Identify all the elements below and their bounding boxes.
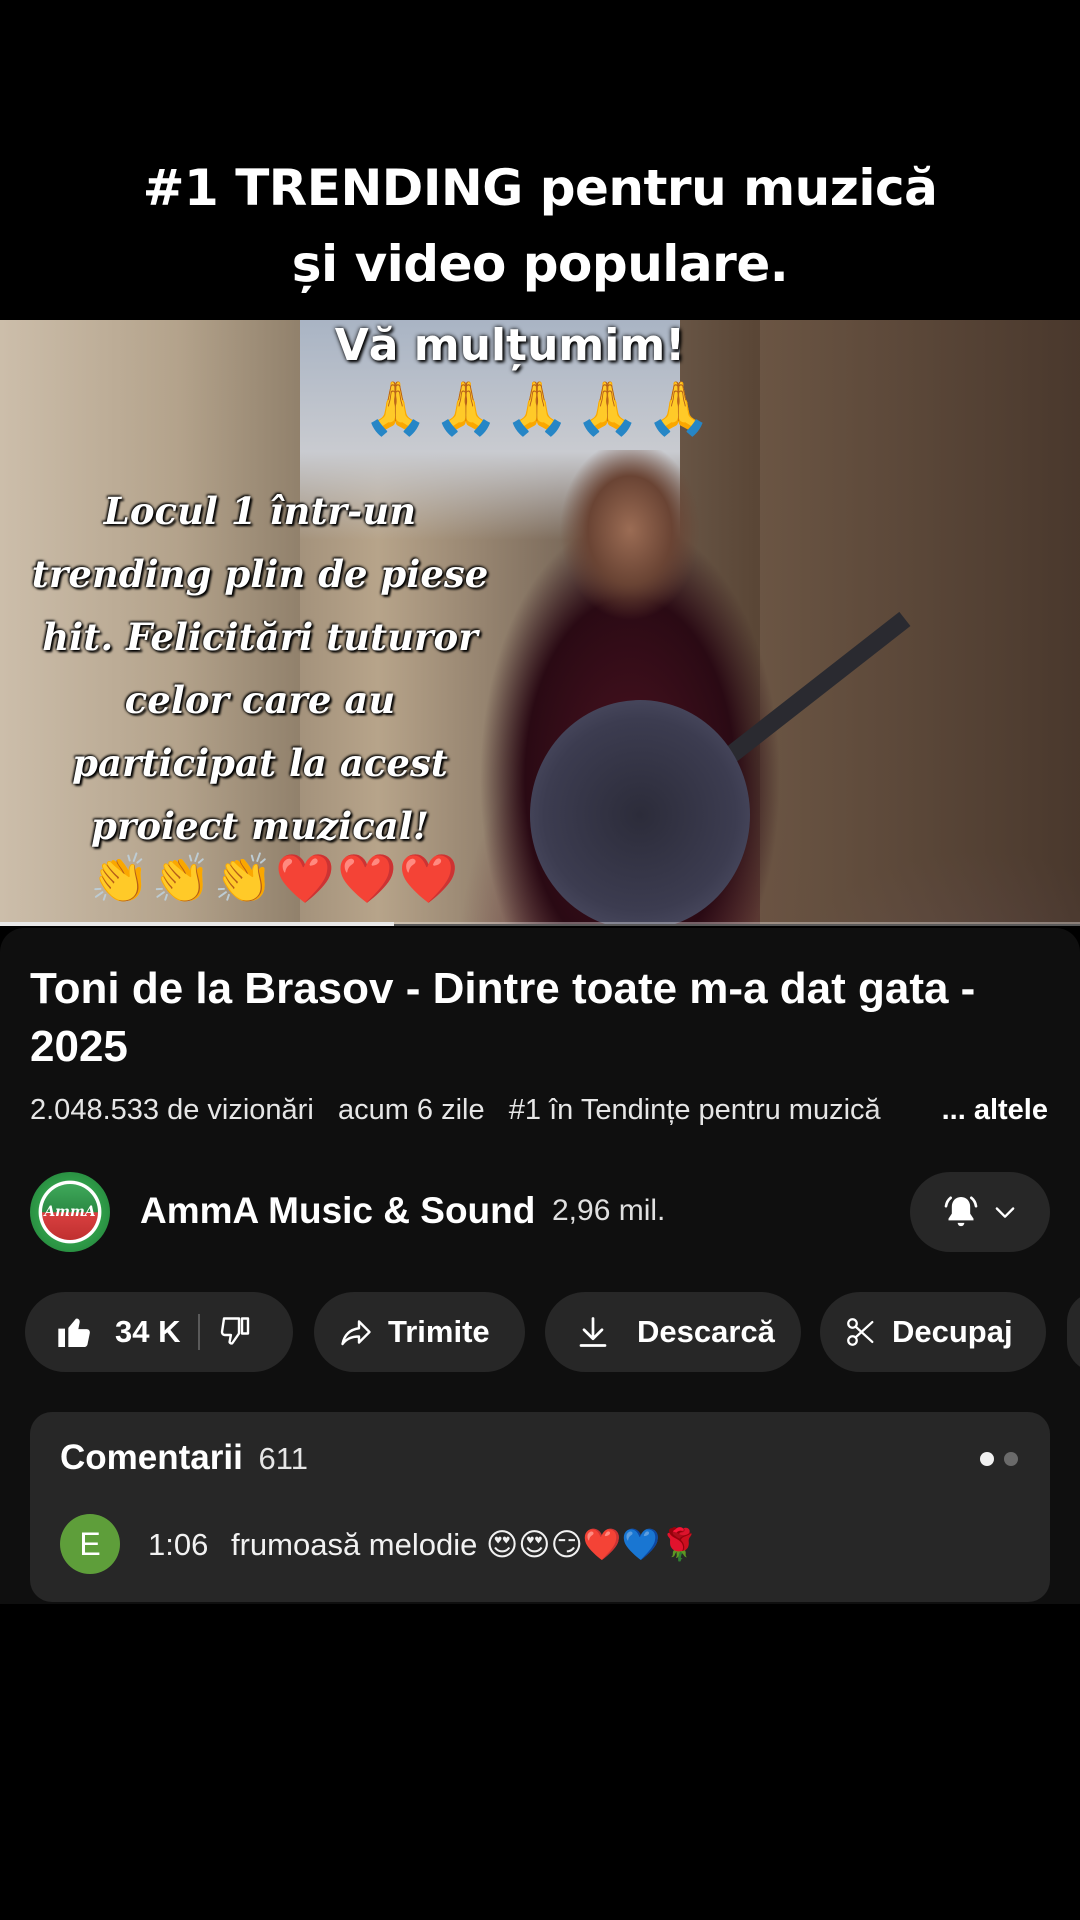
- more-link[interactable]: ... altele: [873, 1094, 1048, 1127]
- video-message-line: hit. Felicitări tuturor: [42, 615, 478, 659]
- view-count: 2.048.533 de vizionări: [30, 1094, 314, 1126]
- dislike-icon[interactable]: [218, 1314, 254, 1350]
- pager-dot: [1004, 1452, 1018, 1466]
- video-thanks-text: Vă mulțumim!: [334, 320, 686, 371]
- channel-row: AmmA AmmA Music & Sound 2,96 mil.: [30, 1172, 1050, 1254]
- video-details-sheet: Toni de la Brasov - Dintre toate m-a dat…: [0, 928, 1080, 1604]
- clip-button[interactable]: Decupaj: [820, 1292, 1046, 1372]
- commenter-avatar: E: [60, 1514, 120, 1574]
- share-icon: [341, 1320, 371, 1346]
- guitar-body: [530, 700, 750, 924]
- overlay-caption: #1 TRENDING pentru muzică și video popul…: [0, 150, 1080, 302]
- channel-name[interactable]: AmmA Music & Sound: [140, 1190, 535, 1232]
- video-player[interactable]: Vă mulțumim! 🙏🙏🙏🙏🙏 Locul 1 într-un trend…: [0, 320, 1080, 924]
- subscription-bell-button[interactable]: [910, 1172, 1050, 1252]
- trending-rank: #1 în Tendințe pentru muzică: [508, 1094, 881, 1126]
- chevron-down-icon: [995, 1207, 1015, 1218]
- video-message-line: proiect muzical!: [90, 804, 430, 848]
- comment-text: frumoasă melodie 😍😍😏❤️💙🌹: [230, 1527, 699, 1562]
- video-progress-bar[interactable]: [0, 922, 1080, 926]
- channel-avatar[interactable]: AmmA: [30, 1172, 110, 1252]
- comments-header: Comentarii 611: [60, 1438, 308, 1478]
- bell-icon: [944, 1196, 978, 1227]
- comments-pager: [980, 1452, 1018, 1466]
- video-title[interactable]: Toni de la Brasov - Dintre toate m-a dat…: [30, 960, 1060, 1076]
- download-label: Descarcă: [637, 1314, 775, 1349]
- like-dislike-pill: 34 K: [25, 1292, 293, 1372]
- comment-timestamp[interactable]: 1:06: [148, 1527, 208, 1562]
- upload-age: acum 6 zile: [337, 1094, 485, 1126]
- share-label: Trimite: [388, 1314, 490, 1349]
- clap-heart-emojis: 👏👏👏❤️❤️❤️: [90, 853, 461, 906]
- video-message-line: participat la acest: [72, 741, 448, 785]
- download-icon: [579, 1317, 607, 1347]
- share-button[interactable]: Trimite: [314, 1292, 525, 1372]
- scissors-icon: [847, 1318, 874, 1346]
- like-count[interactable]: 34 K: [115, 1314, 180, 1350]
- pray-emojis: 🙏🙏🙏🙏🙏: [363, 380, 717, 438]
- video-background-right: [760, 320, 1080, 924]
- video-message-line: trending plin de piese: [31, 552, 489, 596]
- download-button[interactable]: Descarcă: [545, 1292, 801, 1372]
- video-meta[interactable]: 2.048.533 de vizionări acum 6 zile #1 în…: [30, 1094, 1060, 1127]
- like-divider: [198, 1314, 201, 1350]
- like-icon[interactable]: [55, 1312, 95, 1352]
- caption-line-1: #1 TRENDING pentru muzică: [142, 159, 938, 217]
- channel-avatar-logo: AmmA: [42, 1184, 98, 1240]
- comments-panel[interactable]: Comentarii 611 E 1:06 frumoasă melodie 😍…: [30, 1412, 1050, 1602]
- more-actions-button[interactable]: [1067, 1292, 1080, 1372]
- video-message-line: celor care au: [124, 678, 396, 722]
- video-progress-fill: [0, 922, 395, 926]
- action-bar: 34 K Trimite Descarcă Decupaj: [25, 1292, 1080, 1372]
- subscriber-count: 2,96 mil.: [552, 1194, 666, 1227]
- top-comment: 1:06 frumoasă melodie 😍😍😏❤️💙🌹: [148, 1526, 699, 1563]
- comments-label: Comentarii: [60, 1438, 243, 1477]
- video-message: Locul 1 într-un trending plin de piese h…: [20, 480, 500, 858]
- video-message-line: Locul 1 într-un: [103, 489, 417, 533]
- clip-label: Decupaj: [892, 1314, 1013, 1349]
- comments-count: 611: [258, 1441, 308, 1476]
- caption-line-2: și video populare.: [291, 235, 789, 293]
- pager-dot-active: [980, 1452, 994, 1466]
